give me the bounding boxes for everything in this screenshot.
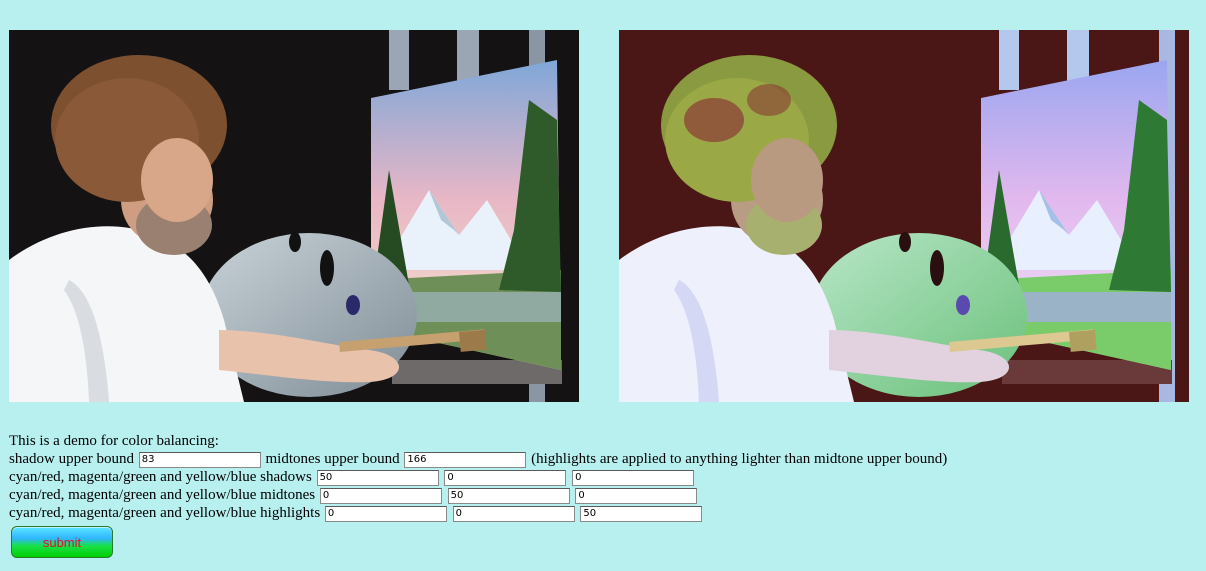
color-balanced-image: [619, 30, 1189, 402]
shadow-upper-bound-input[interactable]: [138, 451, 261, 468]
submit-button[interactable]: submit: [11, 526, 113, 558]
shadow-bound-label: shadow upper bound: [9, 451, 134, 467]
midtones-yellow-blue-input[interactable]: [575, 487, 698, 504]
image-comparison: [9, 30, 1189, 402]
original-image: [9, 30, 579, 402]
midtones-upper-bound-input[interactable]: [404, 451, 527, 468]
shadows-yellow-blue-input[interactable]: [572, 469, 695, 486]
midtones-cyan-red-input[interactable]: [319, 487, 442, 504]
highlights-cyan-red-input[interactable]: [324, 505, 447, 522]
shadows-cyan-red-input[interactable]: [316, 469, 439, 486]
intro-text: This is a demo for color balancing:: [9, 433, 219, 449]
highlights-row: cyan/red, magenta/green and yellow/blue …: [9, 504, 947, 522]
bounds-row: shadow upper bound midtones upper bound …: [9, 450, 947, 468]
highlights-magenta-green-input[interactable]: [452, 505, 575, 522]
midtones-row: cyan/red, magenta/green and yellow/blue …: [9, 486, 947, 504]
painter-portrait-balanced-image: [619, 30, 1189, 402]
highlights-row-label: cyan/red, magenta/green and yellow/blue …: [9, 505, 321, 521]
shadows-magenta-green-input[interactable]: [444, 469, 567, 486]
shadows-row: cyan/red, magenta/green and yellow/blue …: [9, 468, 947, 486]
midtones-magenta-green-input[interactable]: [447, 487, 570, 504]
painter-portrait-image: [9, 30, 579, 402]
highlights-note: (highlights are applied to anything ligh…: [531, 451, 948, 467]
midtones-row-label: cyan/red, magenta/green and yellow/blue …: [9, 487, 316, 503]
highlights-yellow-blue-input[interactable]: [580, 505, 703, 522]
shadows-row-label: cyan/red, magenta/green and yellow/blue …: [9, 469, 312, 485]
color-balance-form: This is a demo for color balancing: shad…: [9, 432, 947, 558]
midtones-bound-label: midtones upper bound: [265, 451, 400, 467]
